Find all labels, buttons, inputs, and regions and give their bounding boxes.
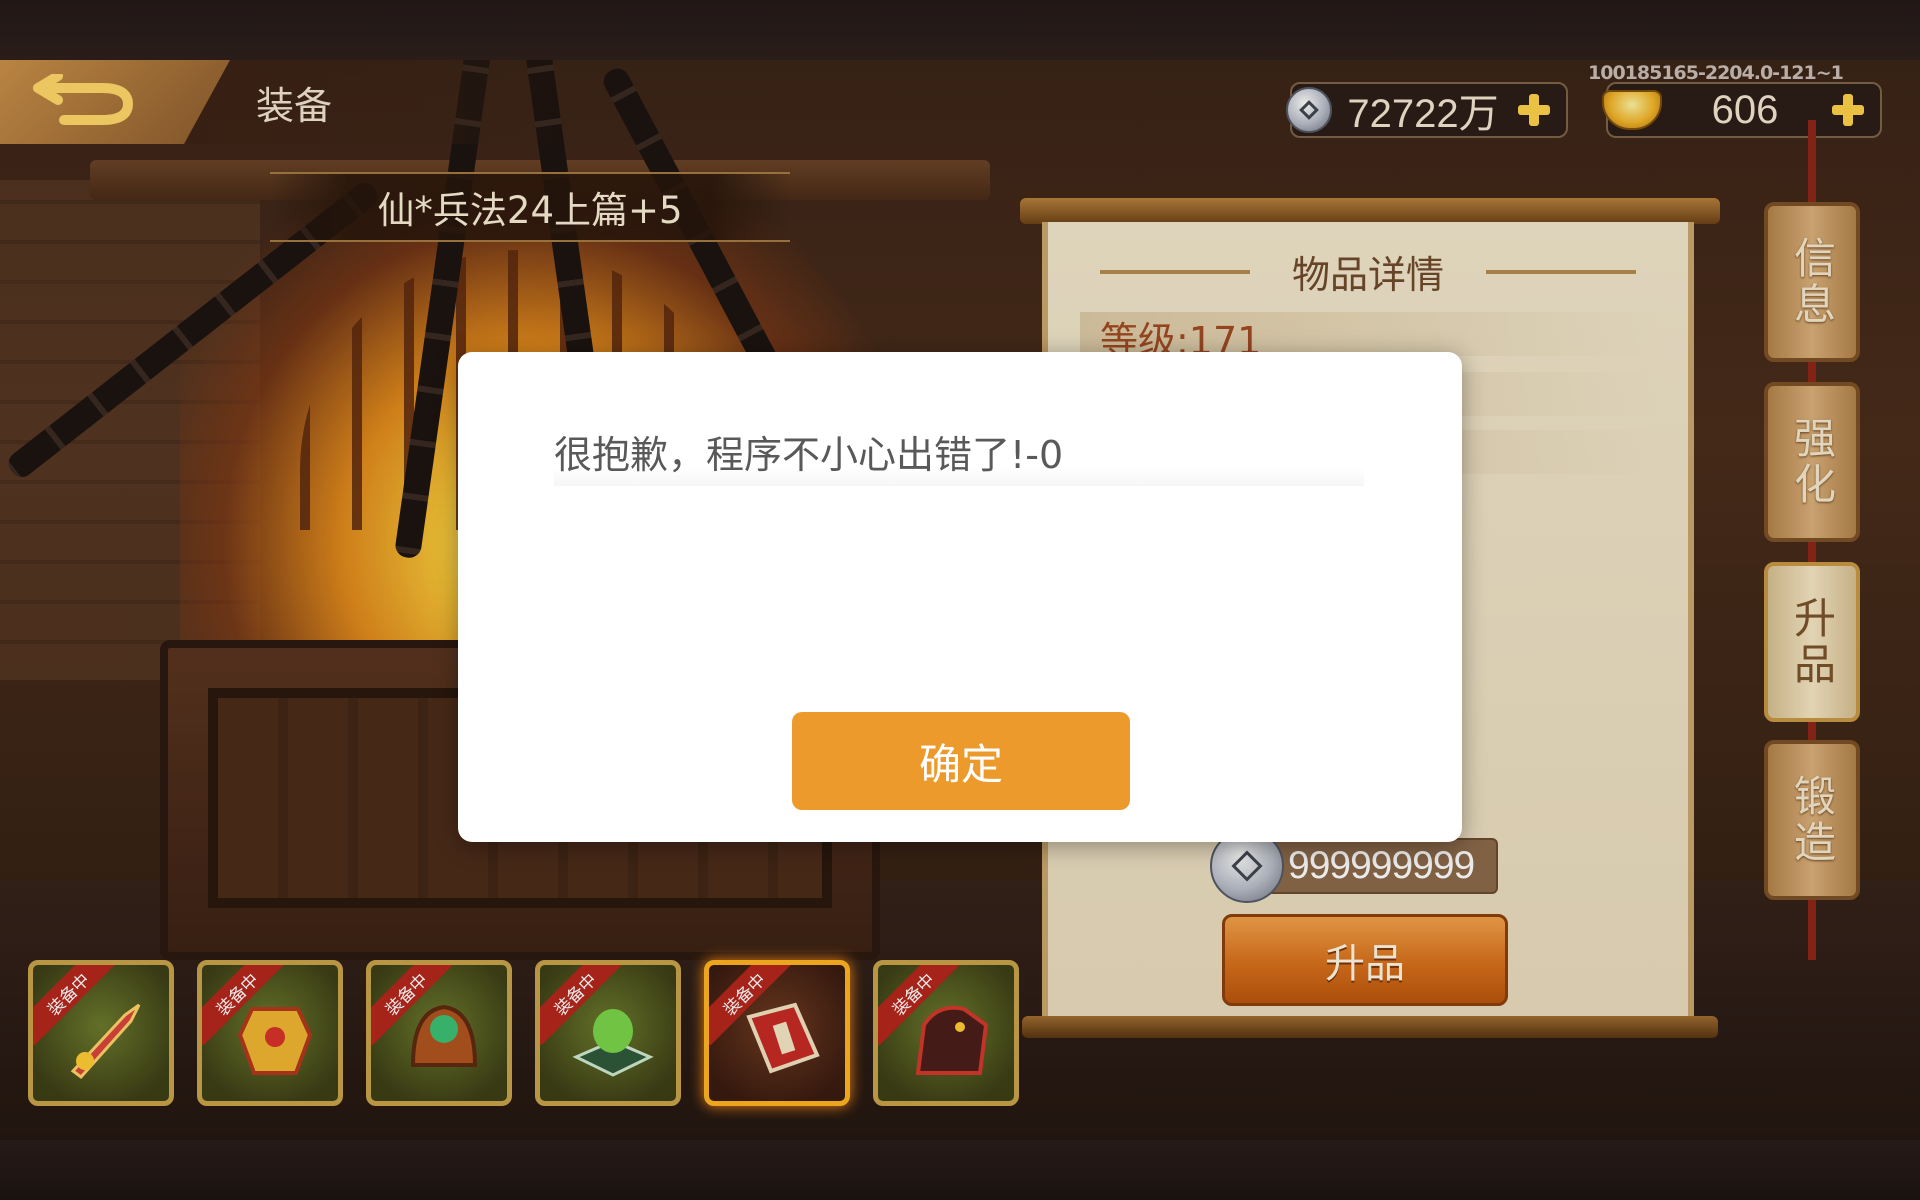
- ok-button[interactable]: 确定: [792, 712, 1130, 810]
- error-dialog: 很抱歉，程序不小心出错了!-0 确定: [458, 352, 1462, 842]
- error-message: 很抱歉，程序不小心出错了!-0: [554, 424, 1364, 486]
- ok-button-label: 确定: [918, 739, 1003, 789]
